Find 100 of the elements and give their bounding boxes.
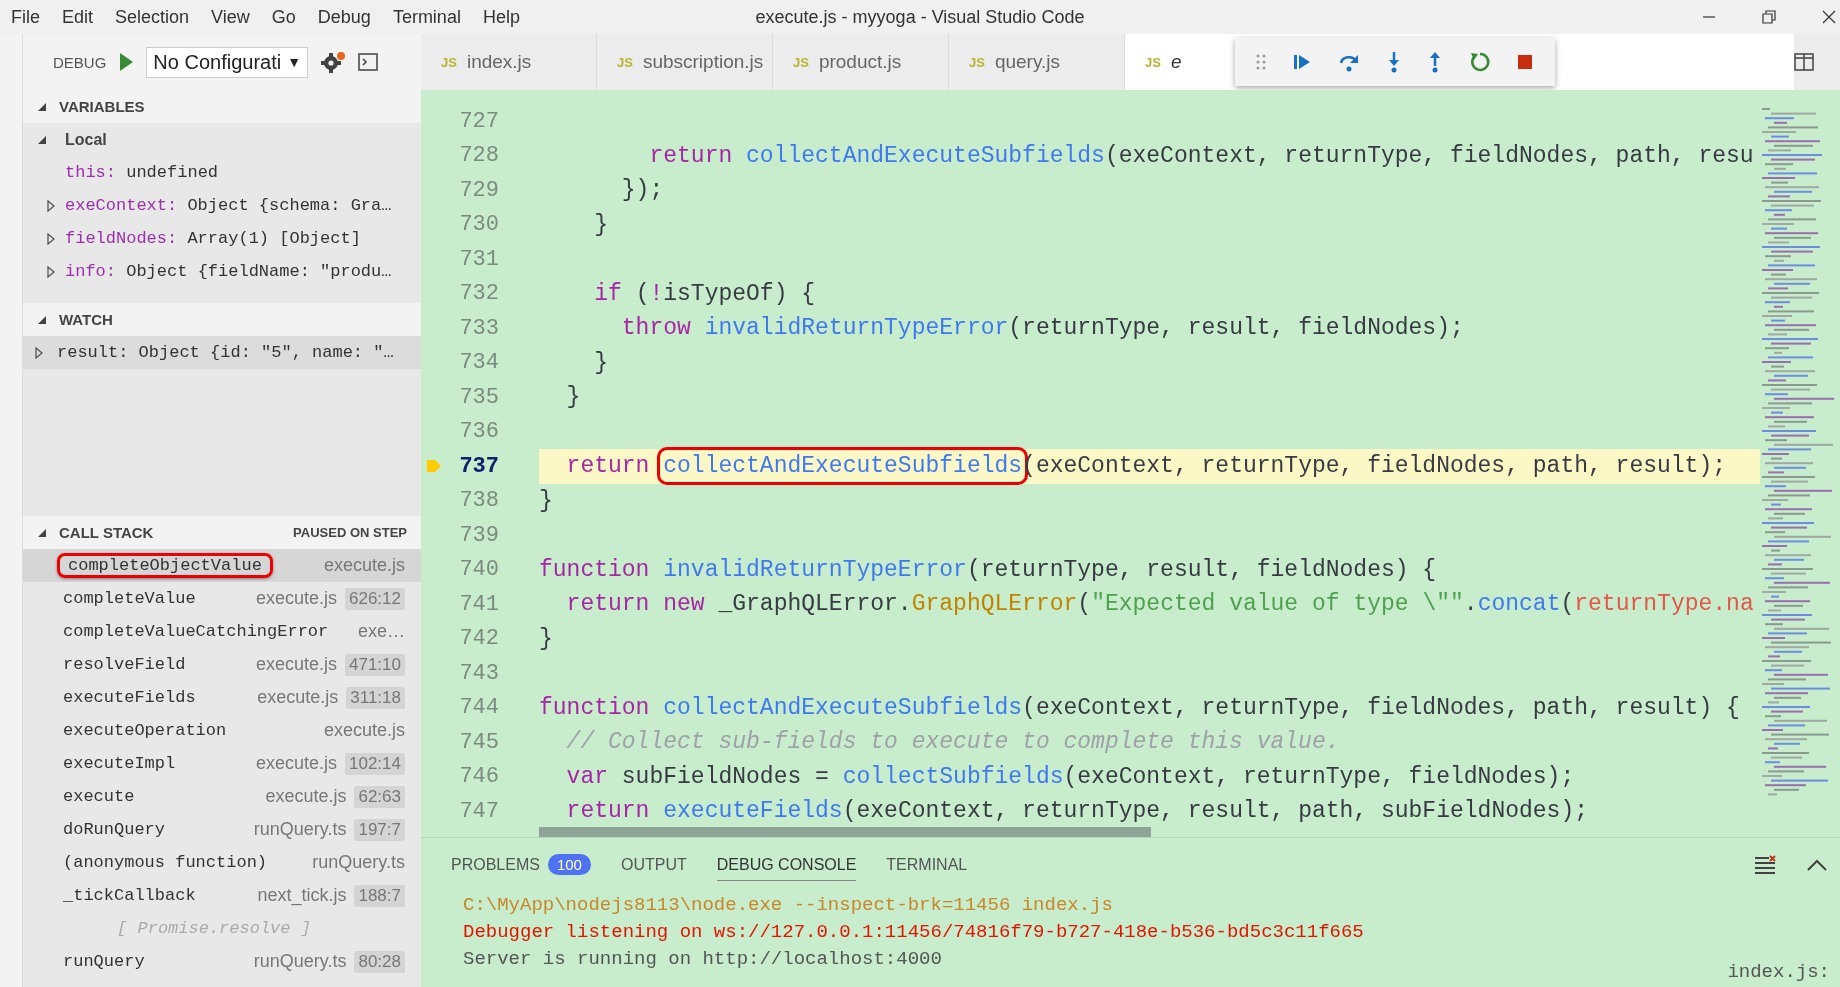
expand-icon[interactable] [35, 346, 43, 359]
menu-item[interactable]: Help [482, 6, 520, 28]
close-icon[interactable] [1822, 10, 1836, 24]
code-line: return collectAndExecuteSubfields(exeContext, returnType, fieldNodes, path, resu [648, 141, 1755, 171]
line-number: 743 [459, 660, 499, 686]
panel-tab[interactable]: PROBLEMS 100 [451, 848, 591, 882]
line-number: 736 [459, 419, 499, 445]
expand-icon[interactable] [47, 199, 55, 212]
stack-frame[interactable]: completeValueCatchingError exe… [23, 615, 421, 648]
panel-tab[interactable]: OUTPUT [620, 849, 687, 881]
code-line: // Collect sub-fields to execute to complete this value. [565, 728, 1341, 758]
file-name: next_tick.js [257, 885, 347, 906]
code-line: function collectAndExecuteSubfields(exeContext, returnType, fieldNodes, path, result) { [539, 693, 1741, 723]
line-number: 732 [459, 281, 499, 307]
clear-console-icon[interactable] [1754, 855, 1776, 875]
file-name: execute.js [255, 753, 337, 774]
variable-entry[interactable]: this: undefined [65, 163, 219, 182]
continue-icon[interactable] [1293, 53, 1312, 71]
split-editor-icon[interactable] [1794, 53, 1814, 71]
stack-frame[interactable]: doRunQuery runQuery.ts 197:7 [23, 813, 421, 846]
line-number: 729 [459, 177, 499, 203]
function-name: executeFields [62, 687, 197, 709]
menu-item[interactable]: Terminal [392, 6, 461, 28]
console-line: Server is running on http://localhost:4000 [463, 947, 942, 972]
file-name: exe… [357, 621, 405, 642]
file-name: runQuery.ts [253, 951, 347, 972]
stop-icon[interactable] [1517, 54, 1534, 70]
stack-frame[interactable]: resolveField execute.js 471:10 [23, 648, 421, 681]
line-number: 742 [459, 626, 499, 652]
stack-frame[interactable]: executeFields execute.js 311:18 [23, 681, 421, 714]
editor-tab[interactable]: JS e [1125, 34, 1190, 90]
variable-entry[interactable]: info: Object {fieldName: "produ… [65, 262, 392, 281]
code-line: return new _GraphQLError.GraphQLError("Expected value of type \"".concat(returnType.na [565, 590, 1755, 620]
horizontal-scrollbar[interactable] [539, 827, 1151, 837]
menu-item[interactable]: Go [271, 6, 296, 28]
file-name: execute.js [323, 720, 405, 741]
start-debugging-icon[interactable] [118, 52, 135, 72]
code-line: } [593, 210, 609, 240]
chevron-up-icon[interactable] [1806, 858, 1828, 872]
expand-icon[interactable] [47, 265, 55, 278]
stack-frame[interactable]: execute execute.js 62:63 [23, 780, 421, 813]
variable-entry[interactable]: exeContext: Object {schema: Gra… [65, 196, 392, 215]
variable-entry[interactable]: fieldNodes: Array(1) [Object] [65, 229, 361, 248]
line-column-badge: 311:18 [346, 686, 405, 709]
line-number: 746 [459, 764, 499, 790]
code-line: var subFieldNodes = collectSubfields(exeContext, returnType, fieldNodes); [565, 762, 1576, 792]
terminal-icon[interactable] [358, 53, 379, 71]
window-title: execute.js - myyoga - Visual Studio Code [754, 6, 1086, 28]
restore-icon[interactable] [1762, 10, 1776, 24]
expand-icon[interactable] [47, 232, 55, 245]
line-column-badge: 197:7 [354, 818, 405, 841]
menu-item[interactable]: Edit [62, 6, 94, 28]
debug-label: DEBUG [53, 53, 107, 71]
line-number: 731 [459, 246, 499, 272]
line-number: 745 [459, 729, 499, 755]
menu-item[interactable]: File [11, 6, 40, 28]
function-name: completeValueCatchingError [62, 621, 330, 643]
line-number: 738 [459, 488, 499, 514]
status-label: PAUSED ON STEP [293, 525, 407, 540]
stack-frame[interactable]: (anonymous function) runQuery.ts [23, 846, 421, 879]
drag-handle-icon[interactable] [1256, 54, 1267, 70]
panel-tab[interactable]: TERMINAL [886, 849, 968, 881]
step-into-icon[interactable] [1386, 51, 1401, 73]
gear-icon[interactable] [320, 50, 347, 74]
file-name: execute.js [255, 654, 337, 675]
triangle-icon[interactable] [37, 134, 47, 145]
section-title[interactable]: CALL STACK [59, 524, 154, 541]
stack-frame[interactable]: completeObjectValue execute.js [23, 549, 421, 582]
file-name: execute.js [265, 786, 347, 807]
console-line: C:\MyApp\nodejs8113\node.exe --inspect-brk=11456 index.js [463, 893, 1113, 918]
stack-frame[interactable]: executeImpl execute.js 102:14 [23, 747, 421, 780]
stack-frame[interactable]: executeOperation execute.js [23, 714, 421, 747]
stack-frame[interactable]: completeValue execute.js 626:12 [23, 582, 421, 615]
configuration-dropdown[interactable]: No Configurati ▼ [146, 46, 309, 78]
section-title[interactable]: VARIABLES [59, 98, 145, 115]
menu-item[interactable]: Debug [317, 6, 371, 28]
file-name: execute.js [257, 687, 339, 708]
panel-tab[interactable]: DEBUG CONSOLE [716, 849, 857, 881]
step-out-icon[interactable] [1427, 51, 1442, 73]
function-name: runQuery [62, 951, 146, 973]
restart-icon[interactable] [1468, 51, 1491, 73]
menu-item[interactable]: Selection [115, 6, 190, 28]
line-number: 728 [459, 143, 499, 169]
section-title[interactable]: WATCH [59, 311, 113, 328]
function-name: executeOperation [62, 720, 228, 742]
line-number: 744 [459, 695, 499, 721]
line-column-badge: 102:14 [345, 752, 405, 775]
scope-label[interactable]: Local [65, 130, 107, 149]
file-name: execute.js [255, 588, 337, 609]
line-number: 747 [459, 798, 499, 824]
menu-item[interactable]: View [211, 6, 250, 28]
triangle-icon[interactable] [37, 314, 47, 325]
line-number: 739 [459, 522, 499, 548]
line-number: 740 [459, 557, 499, 583]
triangle-icon[interactable] [37, 101, 47, 112]
stack-frame[interactable]: runQuery runQuery.ts 80:28 [23, 945, 421, 978]
stack-frame[interactable]: _tickCallback next_tick.js 188:7 [23, 879, 421, 912]
source-link[interactable]: index.js: [1727, 961, 1830, 983]
console-line: Debugger listening on ws://127.0.0.1:11456/74816f79-b727-418e-b536-bd5c3c11f665 [463, 920, 1364, 945]
triangle-icon[interactable] [37, 527, 47, 538]
